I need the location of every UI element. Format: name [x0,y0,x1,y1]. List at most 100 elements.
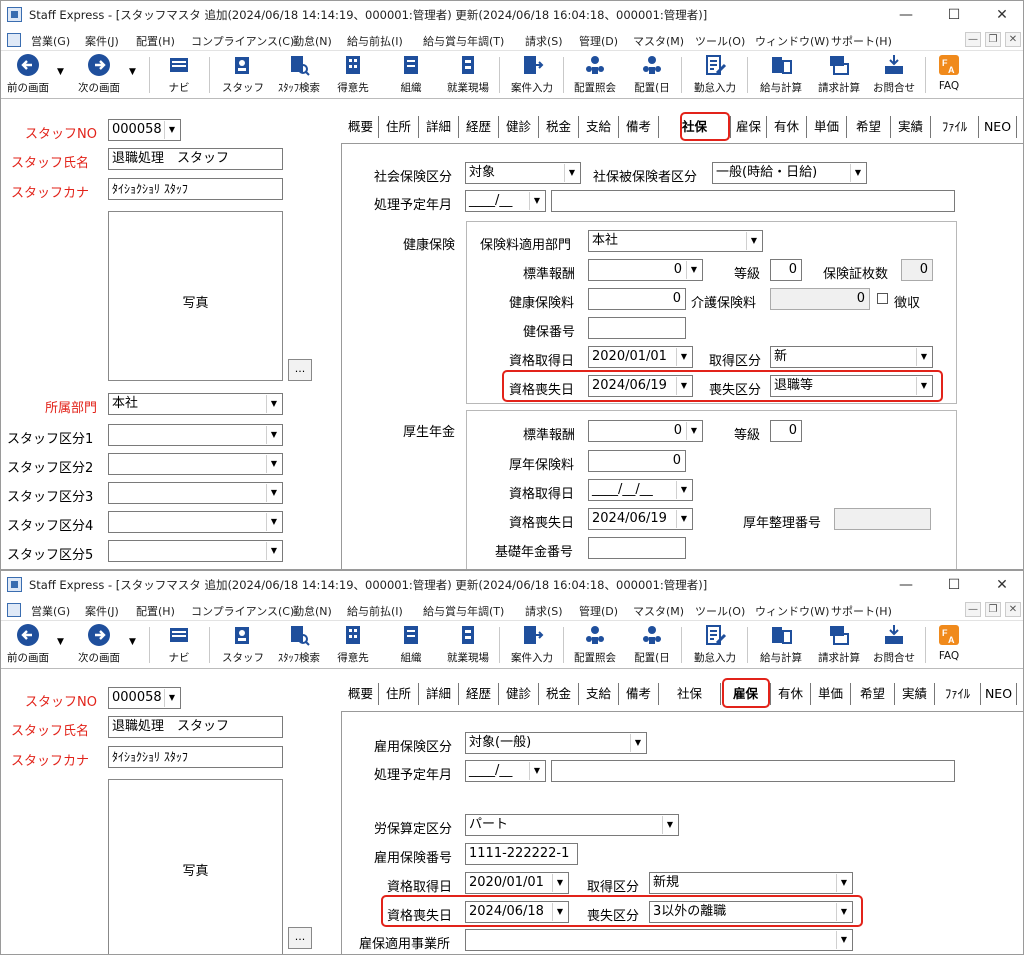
menu-window[interactable]: ウィンドウ(W) [755,33,829,49]
staff-kana-field[interactable]: ﾀｲｼｮｸｼｮﾘ ｽﾀｯﾌ [108,746,283,768]
tab-biko[interactable]: 備考 [619,116,659,138]
menu-support[interactable]: サポート(H) [831,603,892,619]
menu-eigyo[interactable]: 営業(G) [31,603,70,619]
photo-browse-button[interactable]: ... [288,927,312,949]
back-button[interactable]: 前の画面 [3,53,53,97]
menu-master[interactable]: マスタ(M) [633,33,684,49]
mdi-close-button[interactable]: ✕ [1005,32,1021,47]
menu-kintai[interactable]: 勤怠(N) [293,603,332,619]
grade-field[interactable]: 0 [770,259,802,281]
tab-jisseki[interactable]: 実績 [895,683,935,705]
menu-kintai[interactable]: 勤怠(N) [293,33,332,49]
tab-neo[interactable]: NEO [979,116,1017,138]
inquiry-button[interactable]: お問合せ [867,53,921,97]
pension-std-pay-select[interactable]: 0 ▼ [588,420,703,442]
organization-button[interactable]: 組織 [389,623,433,667]
worksite-button[interactable]: 就業現場 [441,623,495,667]
tab-tanka[interactable]: 単価 [811,683,851,705]
koho-acquire-date-select[interactable]: 2020/01/01 ▼ [465,872,569,894]
tab-kibo[interactable]: 希望 [847,116,891,138]
shaho-ins-class-select[interactable]: 対象 ▼ [465,162,581,184]
staff-button[interactable]: スタッフ [221,53,265,97]
menu-haichi[interactable]: 配置(H) [136,33,175,49]
menu-kyuyo-shoyo[interactable]: 給与賞与年調(T) [423,33,504,49]
tab-shosai[interactable]: 詳細 [419,683,459,705]
maximize-button[interactable]: ☐ [931,3,977,27]
placement-inquiry-button[interactable]: 配置照会 [567,623,623,667]
tab-zeikin[interactable]: 税金 [539,683,579,705]
tab-shikyu[interactable]: 支給 [579,683,619,705]
mdi-minimize-button[interactable]: — [965,602,981,617]
tab-zeikin[interactable]: 税金 [539,116,579,138]
staff-search-button[interactable]: ｽﾀｯﾌ検索 [271,53,327,97]
tab-keireki[interactable]: 経歴 [459,116,499,138]
staff-name-field[interactable]: 退職処理 スタッフ [108,148,283,170]
tab-shaho[interactable]: 社保 [659,683,721,705]
menu-kyuyo-shoyo[interactable]: 給与賞与年調(T) [423,603,504,619]
staff-name-field[interactable]: 退職処理 スタッフ [108,716,283,738]
mdi-restore-button[interactable]: ❐ [985,32,1001,47]
tab-neo[interactable]: NEO [981,683,1017,705]
health-dept-select[interactable]: 本社 ▼ [588,230,763,252]
tab-jusho[interactable]: 住所 [379,116,419,138]
client-button[interactable]: 得意先 [331,623,375,667]
organization-button[interactable]: 組織 [389,53,433,97]
client-button[interactable]: 得意先 [331,53,375,97]
staff-search-button[interactable]: ｽﾀｯﾌ検索 [271,623,327,667]
forward-dropdown-icon[interactable]: ▼ [129,637,136,647]
back-dropdown-icon[interactable]: ▼ [57,637,64,647]
menu-seikyu[interactable]: 請求(S) [525,603,563,619]
menu-eigyo[interactable]: 営業(G) [31,33,70,49]
staff-no-select[interactable]: 000058 ▼ [108,687,181,709]
pension-fee-field[interactable]: 0 [588,450,686,472]
tab-tanka[interactable]: 単価 [807,116,847,138]
attendance-entry-button[interactable]: 勤怠入力 [687,53,743,97]
acquire-date-select[interactable]: 2020/01/01 ▼ [588,346,693,368]
menu-haichi[interactable]: 配置(H) [136,603,175,619]
menu-support[interactable]: サポート(H) [831,33,892,49]
mdi-minimize-button[interactable]: — [965,32,981,47]
tab-file[interactable]: ﾌｧｲﾙ [935,683,981,705]
menu-tool[interactable]: ツール(O) [695,603,745,619]
koho-plan-month-select[interactable]: ____/__ ▼ [465,760,546,782]
menu-anken[interactable]: 案件(J) [85,33,119,49]
attendance-entry-button[interactable]: 勤怠入力 [687,623,743,667]
minimize-button[interactable]: — [883,573,929,597]
tab-biko[interactable]: 備考 [619,683,659,705]
tab-yukyu[interactable]: 有休 [771,683,811,705]
minimize-button[interactable]: — [883,3,929,27]
staff-category-5-select[interactable]: ▼ [108,540,283,562]
payroll-calc-button[interactable]: 給与計算 [753,53,809,97]
health-no-field[interactable] [588,317,686,339]
plan-month-select[interactable]: ____/__ ▼ [465,190,546,212]
menu-compliance[interactable]: コンプライアンス(C) [191,603,294,619]
placement-inquiry-button[interactable]: 配置照会 [567,53,623,97]
pension-grade-field[interactable]: 0 [770,420,802,442]
tab-kenshin[interactable]: 健診 [499,116,539,138]
health-fee-field[interactable]: 0 [588,288,686,310]
menu-kyuyo-maebarai[interactable]: 給与前払(I) [347,603,403,619]
menu-master[interactable]: マスタ(M) [633,603,684,619]
insured-class-select[interactable]: 一般(時給・日給) ▼ [712,162,867,184]
staff-category-4-select[interactable]: ▼ [108,511,283,533]
menu-window[interactable]: ウィンドウ(W) [755,603,829,619]
maximize-button[interactable]: ☐ [931,573,977,597]
placement-daily-button[interactable]: 配置(日 [627,53,677,97]
staff-button[interactable]: スタッフ [221,623,265,667]
forward-button[interactable]: 次の画面 [73,53,125,97]
staff-kana-field[interactable]: ﾀｲｼｮｸｼｮﾘ ｽﾀｯﾌ [108,178,283,200]
navi-button[interactable]: ナビ [161,623,197,667]
labor-class-select[interactable]: パート ▼ [465,814,679,836]
navi-button[interactable]: ナビ [161,53,197,97]
koho-acquire-class-select[interactable]: 新規 ▼ [649,872,853,894]
forward-dropdown-icon[interactable]: ▼ [129,67,136,77]
pension-loss-select[interactable]: 2024/06/19 ▼ [588,508,693,530]
back-button[interactable]: 前の画面 [3,623,53,667]
collect-checkbox[interactable] [877,293,888,304]
tab-jusho[interactable]: 住所 [379,683,419,705]
staff-category-2-select[interactable]: ▼ [108,453,283,475]
staff-category-3-select[interactable]: ▼ [108,482,283,504]
case-entry-button[interactable]: 案件入力 [505,623,559,667]
tab-shosai[interactable]: 詳細 [419,116,459,138]
mdi-close-button[interactable]: ✕ [1005,602,1021,617]
